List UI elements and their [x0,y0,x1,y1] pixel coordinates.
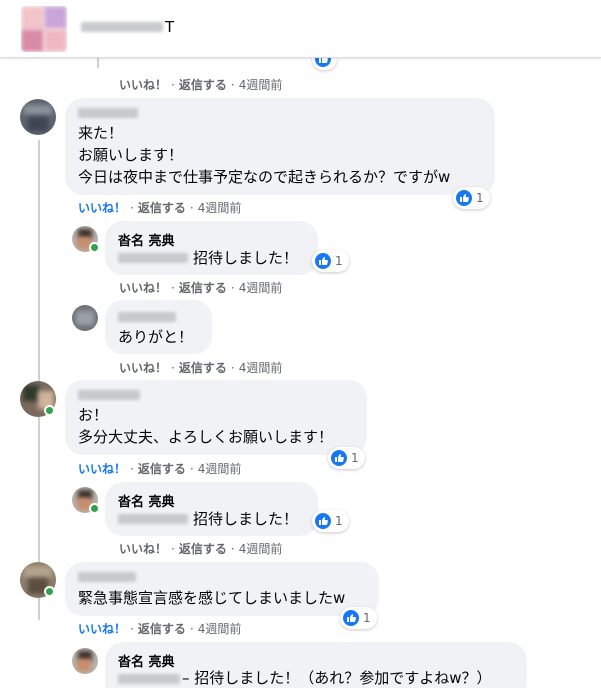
avatar[interactable] [20,99,56,135]
like-thumb-icon [331,450,347,466]
comment-feed: いいね！ · 返信する · 4週間前 来た！ お願いします！ 今日は夜中まで仕事… [0,0,601,688]
like-thumb-icon [315,253,331,269]
separator: · [171,541,175,556]
online-status-dot [89,242,100,253]
timestamp[interactable]: 4週間前 [239,359,283,376]
separator: · [230,280,235,295]
online-status-dot [44,586,55,597]
like-thumb-icon [315,513,331,529]
comment-actions: いいね！ · 返信する · 4週間前 [119,540,282,557]
separator: · [189,461,194,476]
timestamp[interactable]: 4週間前 [198,460,242,477]
comment-author[interactable]: 沓名 亮典 [118,651,175,670]
separator: · [230,77,235,92]
comment-bubble: 沓名 亮典 招待しました！ [105,482,318,536]
comment-actions: いいね！ · 返信する · 4週間前 [119,279,282,296]
comment-actions: いいね！ · 返信する · 4週間前 [119,359,282,376]
comment-text: 緊急事態宣言感を感じてしまいましたw [78,589,346,607]
comment-bubble: 沓名 亮典 招待しました！ [105,221,318,275]
comment-author[interactable]: 沓名 亮典 [118,491,175,510]
reply-button[interactable]: 返信する [179,540,227,557]
like-button[interactable]: いいね！ [78,199,126,216]
reaction-count[interactable]: 1 [312,510,349,532]
reaction-number: 1 [476,191,484,205]
reaction-number: 1 [335,514,343,528]
reaction-count[interactable]: 1 [453,187,490,209]
reaction-number: 1 [363,611,371,625]
reply-button[interactable]: 返信する [138,199,186,216]
comment-bubble: 来た！ お願いします！ 今日は夜中まで仕事予定なので起きられるか？ですがw [65,98,495,195]
comment-text: 来た！ [78,124,124,142]
like-thumb-icon [343,610,359,626]
like-button[interactable]: いいね！ [119,359,167,376]
separator: · [171,280,175,295]
comment-text: 今日は夜中まで仕事予定なので起きられるか？ですがw [78,168,451,186]
comment-actions: いいね！ · 返信する · 4週間前 [78,199,241,216]
comment-text: – 招待しました！（あれ？参加ですよねw？） [182,669,492,687]
reply-button[interactable]: 返信する [138,460,186,477]
comment-text: 多分大丈夫、よろしくお願いします！ [78,428,334,446]
comment-bubble: 緊急事態宣言感を感じてしまいましたw [65,562,379,616]
reply-button[interactable]: 返信する [179,359,227,376]
comment-actions: いいね！ · 返信する · 4週間前 [78,620,241,637]
separator: · [189,621,194,636]
tagged-name-blurred[interactable] [118,674,180,684]
comment-text: ありがと！ [118,328,194,346]
comment-actions: いいね！ · 返信する · 4週間前 [119,76,282,93]
timestamp[interactable]: 4週間前 [198,620,242,637]
reaction-number: 1 [335,254,343,268]
timestamp[interactable]: 4週間前 [239,279,283,296]
reply-button[interactable]: 返信する [179,76,227,93]
commenter-name-blurred[interactable] [78,390,140,400]
group-avatar-icon[interactable] [21,6,67,52]
group-name-blurred [81,22,163,32]
commenter-name-blurred[interactable] [118,312,176,322]
like-button[interactable]: いいね！ [78,620,126,637]
comment-author[interactable]: 沓名 亮典 [118,230,175,249]
comment-bubble: 沓名 亮典 – 招待しました！（あれ？参加ですよねw？） [105,642,527,688]
comment-text: 招待しました！ [193,249,299,267]
reaction-count[interactable]: 1 [312,250,349,272]
comment-text: お願いします！ [78,146,184,164]
like-button[interactable]: いいね！ [119,76,167,93]
like-button[interactable]: いいね！ [78,460,126,477]
separator: · [171,77,175,92]
tagged-name-blurred[interactable] [118,514,188,524]
like-button[interactable]: いいね！ [119,279,167,296]
separator: · [130,200,134,215]
comment-text: 招待しました！ [193,510,299,528]
group-title-suffix: T [165,18,175,36]
separator: · [230,360,235,375]
online-status-dot [44,405,55,416]
tagged-name-blurred[interactable] [118,253,188,263]
commenter-name-blurred[interactable] [78,572,136,582]
avatar[interactable] [72,305,98,331]
separator: · [130,621,134,636]
like-thumb-icon [456,190,472,206]
comment-actions: いいね！ · 返信する · 4週間前 [78,460,241,477]
comment-bubble: ありがと！ [105,300,212,354]
like-button[interactable]: いいね！ [119,540,167,557]
reply-button[interactable]: 返信する [138,620,186,637]
timestamp[interactable]: 4週間前 [198,199,242,216]
commenter-name-blurred[interactable] [78,108,138,118]
reply-button[interactable]: 返信する [179,279,227,296]
timestamp[interactable]: 4週間前 [239,540,283,557]
timestamp[interactable]: 4週間前 [239,76,283,93]
separator: · [230,541,235,556]
thread-line [97,58,99,68]
reaction-count[interactable]: 1 [328,447,365,469]
online-status-dot [89,503,100,514]
avatar[interactable] [72,648,98,674]
thread-line [38,140,40,620]
group-header: T [0,0,601,58]
separator: · [189,200,194,215]
comment-bubble: お！ 多分大丈夫、よろしくお願いします！ [65,380,367,455]
reaction-count[interactable]: 1 [340,607,377,629]
reaction-number: 1 [351,451,359,465]
comment-text: お！ [78,406,109,424]
separator: · [171,360,175,375]
group-title[interactable]: T [81,16,174,38]
separator: · [130,461,134,476]
